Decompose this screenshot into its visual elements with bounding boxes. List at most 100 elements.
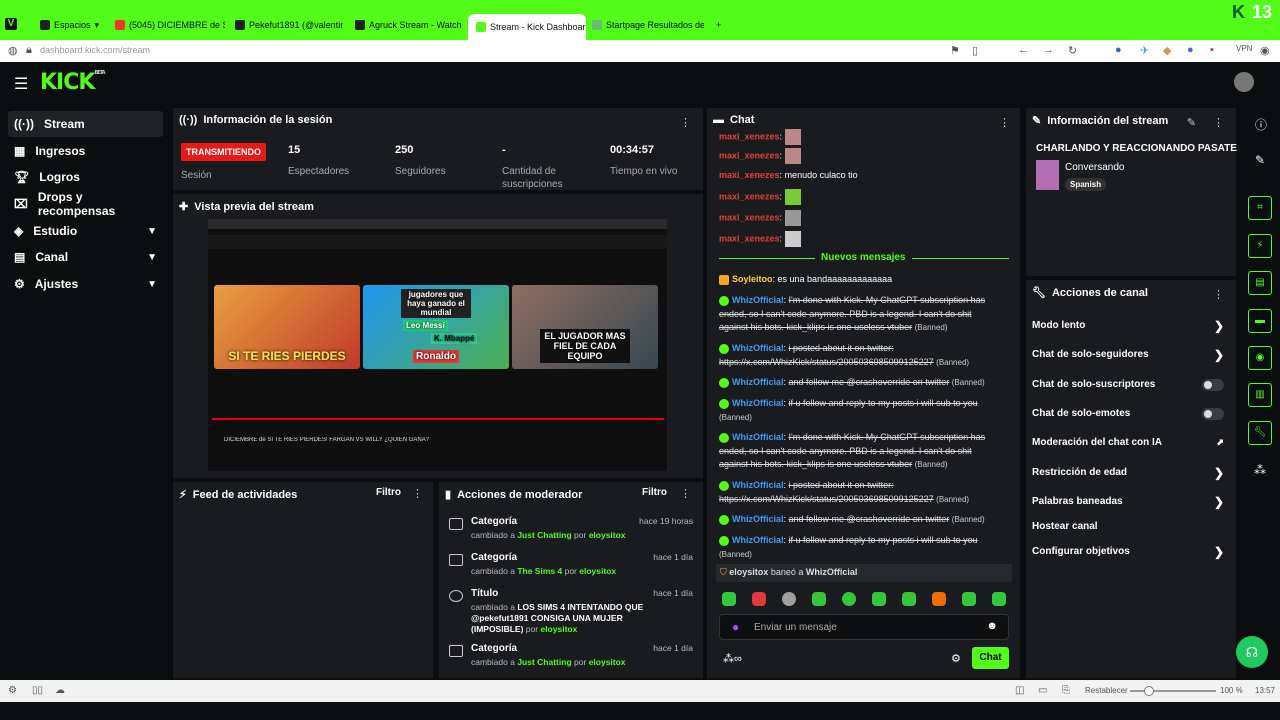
stream-preview-video[interactable]: SI TE RIES PIERDES jugadores que haya ga… (208, 219, 667, 471)
send-chat-button[interactable]: Chat (972, 647, 1009, 669)
emote-icon[interactable] (722, 592, 736, 606)
more-options-icon[interactable]: ⋮ (1213, 116, 1224, 129)
filter-button[interactable]: Filtro (642, 487, 667, 498)
sidebar-item-ajustes[interactable]: ⚙ Ajustes ▼ (8, 271, 163, 297)
pencil-icon[interactable]: ✎ (1255, 153, 1265, 167)
emote-icon[interactable] (992, 592, 1006, 606)
tab-youtube[interactable]: (5045) DICIEMBRE de SI TE (115, 15, 225, 35)
more-options-icon[interactable]: ⋮ (680, 487, 691, 500)
extension-icon[interactable]: ▪ (1210, 44, 1214, 56)
extension-icon[interactable]: ◆ (1163, 44, 1171, 57)
kick-logo[interactable]: KICKBETA (40, 70, 106, 95)
host-channel-item[interactable]: Hostear canal (1032, 521, 1232, 532)
chat-icon[interactable]: ▬ (1248, 309, 1272, 333)
sidebar-item-drops[interactable]: ⌧ Drops y recompensas (8, 190, 163, 218)
forward-icon[interactable]: → (1043, 44, 1054, 56)
tab-espacios[interactable]: Espacios ▾ (40, 15, 99, 35)
extension-icon[interactable]: ● (1187, 44, 1194, 56)
capture-icon[interactable]: ◫ (1015, 685, 1024, 696)
emote-icon (784, 129, 801, 145)
sidebar-toggle-icon[interactable]: ▯ (972, 44, 978, 57)
subscribers-only-item[interactable]: Chat de solo-suscriptores (1032, 378, 1232, 391)
emotes-only-item[interactable]: Chat de solo-emotes (1032, 407, 1232, 420)
more-options-icon[interactable]: ⋮ (999, 116, 1010, 129)
cloud-icon[interactable]: ☁ (55, 685, 65, 696)
chevron-right-icon: ❯ (1213, 318, 1224, 333)
chart-icon: ⬈ (1216, 437, 1224, 447)
panel-toggle-icon[interactable]: ▯▯ (32, 685, 43, 696)
emote-icon[interactable] (932, 592, 946, 606)
goals-item[interactable]: Configurar objetivos ❯ (1032, 545, 1232, 559)
extension-icon[interactable]: ✈ (1140, 44, 1149, 57)
sidebar-item-estudio[interactable]: ◈ Estudio ▼ (8, 218, 163, 244)
chevron-right-icon: ❯ (1213, 465, 1224, 480)
url-input[interactable]: dashboard.kick.com/stream (40, 45, 150, 55)
more-options-icon[interactable]: ⋮ (1213, 288, 1224, 301)
more-options-icon[interactable]: ⋮ (680, 116, 691, 129)
hamburger-menu-icon[interactable]: ☰ (14, 74, 28, 94)
kick-points-icon[interactable]: ⁂∞ (723, 652, 742, 665)
avatar[interactable] (1234, 72, 1254, 92)
emote-icon[interactable] (752, 592, 766, 606)
zoom-slider-handle[interactable] (1144, 686, 1154, 696)
followers-only-item[interactable]: Chat de solo-seguidores ❯ (1032, 348, 1232, 362)
verified-badge-icon (719, 295, 729, 306)
emote-icon[interactable] (782, 592, 796, 606)
clipboard-icon[interactable]: ▤ (1248, 271, 1272, 295)
tab-tiktok[interactable]: Pekefut1891 (@valentinop (235, 15, 343, 35)
stream-icon: ((·)) (179, 114, 198, 126)
emote-icon (784, 148, 801, 164)
gear-icon[interactable]: ⚙ (951, 652, 961, 665)
wrench-icon[interactable]: 🔧︎ (1248, 421, 1272, 445)
info-icon[interactable]: ⓘ (1255, 116, 1267, 133)
shield-icon[interactable]: ◍ (8, 44, 18, 57)
new-tab-button[interactable]: + (716, 15, 721, 35)
emote-icon[interactable] (812, 592, 826, 606)
sidebar-item-stream[interactable]: ((·)) Stream (8, 111, 163, 137)
vpn-icon[interactable]: VPN (1236, 44, 1252, 53)
filter-button[interactable]: Filtro (376, 487, 401, 498)
age-restriction-item[interactable]: Restricción de edad ❯ (1032, 465, 1232, 480)
subscribers-only-toggle[interactable] (1202, 378, 1224, 391)
slow-mode-item[interactable]: Modo lento ❯ (1032, 318, 1232, 333)
lightning-icon[interactable]: ⚡︎ (1248, 234, 1272, 258)
category-name: Conversando (1065, 162, 1125, 173)
reload-icon[interactable]: ↻ (1068, 44, 1077, 57)
emote-icon[interactable] (902, 592, 916, 606)
banned-words-item[interactable]: Palabras baneadas ❯ (1032, 495, 1232, 509)
sidebar-item-logros[interactable]: 🏆︎ Logros (8, 164, 163, 190)
broadcast-icon[interactable]: ◉ (1248, 346, 1272, 370)
emotes-only-toggle[interactable] (1202, 407, 1224, 420)
more-options-icon[interactable]: ⋮ (412, 487, 423, 500)
emote-icon[interactable] (872, 592, 886, 606)
emoji-icon[interactable]: ☻ (986, 620, 998, 632)
emote-icon[interactable] (842, 592, 856, 606)
emote-icon[interactable] (962, 592, 976, 606)
zoom-slider[interactable] (1130, 690, 1216, 692)
chat-input[interactable]: ● Enviar un mensaje ☻ (719, 614, 1009, 640)
emote-icon (784, 210, 801, 226)
back-icon[interactable]: ← (1018, 44, 1029, 56)
zoom-reset-button[interactable]: Restablecer (1085, 686, 1128, 695)
video-thumbnail: jugadores que haya ganado el mundial Leo… (363, 285, 509, 369)
profile-icon[interactable]: ◉ (1260, 44, 1270, 57)
browser-logo-icon[interactable]: V (5, 18, 17, 30)
support-headset-icon[interactable]: ☊ (1236, 636, 1268, 668)
ai-moderation-item[interactable]: Moderación del chat con IA ⬈ (1032, 437, 1232, 448)
tab-startpage[interactable]: Startpage Resultados de la (592, 15, 704, 35)
tab-agruck[interactable]: Agruck Stream - Watch Liv (355, 15, 463, 35)
qr-icon[interactable]: ⌗ (1248, 196, 1272, 220)
bookmark-icon[interactable]: ⚑ (950, 44, 960, 57)
pencil-icon: ✎ (1032, 115, 1042, 127)
tile-icon[interactable]: ▭ (1038, 685, 1047, 696)
sidebar-item-ingresos[interactable]: ▦ Ingresos (8, 138, 163, 164)
sidebar-item-canal[interactable]: ▤ Canal ▼ (8, 244, 163, 270)
settings-icon[interactable]: ⚙ (8, 685, 17, 696)
extension-icon[interactable]: ● (1115, 44, 1122, 56)
layout-icon[interactable]: ▥ (1248, 383, 1272, 407)
kick-points-icon[interactable]: ⁂ (1254, 463, 1266, 477)
page-actions-icon[interactable]: ⎘ (1062, 685, 1070, 696)
edit-icon[interactable]: ✎ (1187, 116, 1196, 129)
tab-kick-dashboard[interactable]: Stream - Kick Dashboard (468, 14, 586, 40)
mic-icon[interactable]: ● (732, 620, 739, 634)
